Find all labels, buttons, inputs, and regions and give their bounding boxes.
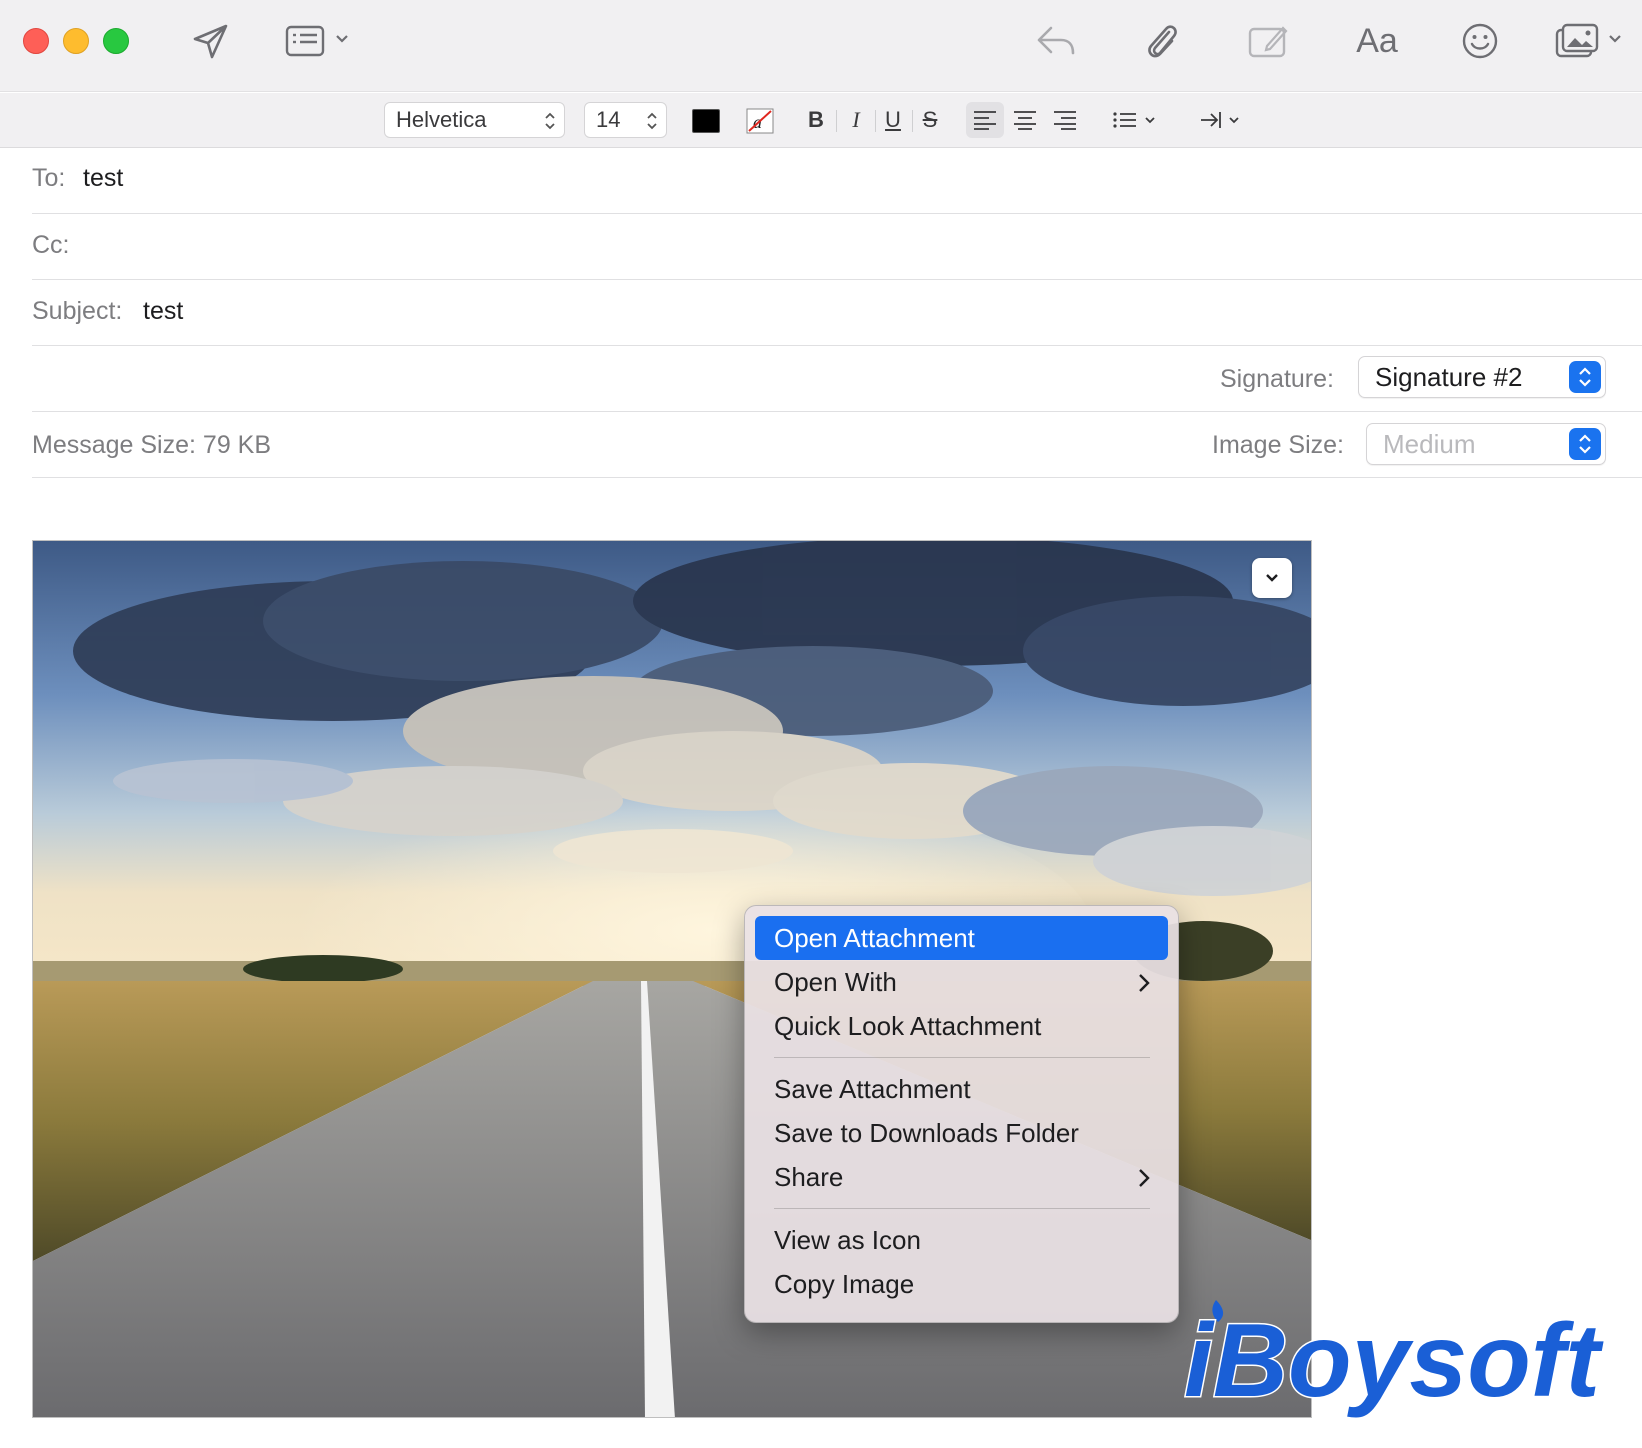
zoom-button[interactable]: [103, 28, 129, 54]
markup-icon[interactable]: [1245, 18, 1291, 64]
menu-item-label: Share: [774, 1162, 844, 1192]
reply-icon[interactable]: [1033, 18, 1079, 64]
chevron-right-icon: [1139, 974, 1150, 992]
emoji-icon[interactable]: [1457, 18, 1503, 64]
menu-item-label: Save Attachment: [774, 1074, 971, 1104]
to-label: To:: [32, 164, 66, 192]
format-icon[interactable]: Aa: [1350, 18, 1404, 64]
chevron-right-icon: [1139, 1169, 1150, 1187]
watermark-text: iBoysoft: [1184, 1303, 1604, 1419]
attachment-options-button[interactable]: [1252, 558, 1292, 598]
minimize-button[interactable]: [63, 28, 89, 54]
chevron-down-icon[interactable]: [1606, 30, 1624, 48]
message-size: Message Size: 79 KB: [32, 431, 272, 459]
header-fields-icon[interactable]: [282, 18, 328, 64]
chevron-down-icon[interactable]: [333, 30, 351, 48]
menu-item-label: View as Icon: [774, 1225, 921, 1255]
menu-item-label: Open Attachment: [774, 923, 975, 953]
align-center-icon: [1014, 111, 1036, 130]
updown-icon: [647, 112, 657, 130]
signature-label: Signature:: [1220, 365, 1334, 393]
font-size-select[interactable]: 14: [584, 102, 667, 138]
align-left-icon: [974, 111, 996, 130]
context-menu: Open Attachment Open With Quick Look Att…: [744, 905, 1179, 1323]
close-button[interactable]: [23, 28, 49, 54]
signature-row: Signature: Signature #2: [32, 346, 1642, 412]
send-icon[interactable]: [188, 18, 234, 64]
to-field[interactable]: test: [83, 164, 123, 193]
menu-item-view-as-icon[interactable]: View as Icon: [755, 1218, 1168, 1262]
iboysoft-logo: iBoysoft: [1183, 1300, 1606, 1421]
subject-label: Subject:: [32, 297, 123, 325]
menu-item-copy-image[interactable]: Copy Image: [755, 1262, 1168, 1306]
menu-item-label: Copy Image: [774, 1269, 915, 1299]
cc-label: Cc:: [32, 231, 70, 259]
message-size-row: Message Size: 79 KB Image Size: Medium: [32, 412, 1642, 478]
image-size-label: Image Size:: [1212, 431, 1345, 459]
text-color-swatch[interactable]: [692, 109, 720, 133]
signature-value: Signature #2: [1375, 362, 1523, 392]
menu-item-open-attachment[interactable]: Open Attachment: [755, 916, 1168, 960]
menu-separator: [774, 1057, 1150, 1058]
menu-item-open-with[interactable]: Open With: [755, 960, 1168, 1004]
cc-field[interactable]: [83, 231, 1483, 261]
window-toolbar: Aa: [0, 0, 1642, 92]
menu-item-share[interactable]: Share: [755, 1155, 1168, 1199]
updown-icon: [545, 112, 555, 130]
menu-separator: [774, 1208, 1150, 1209]
list-icon: [1113, 112, 1155, 128]
attach-icon[interactable]: [1138, 18, 1184, 64]
updown-icon: [1569, 428, 1601, 460]
underline-button[interactable]: U: [880, 102, 906, 138]
list-button[interactable]: [1112, 102, 1162, 138]
menu-item-label: Open With: [774, 967, 897, 997]
menu-item-label: Save to Downloads Folder: [774, 1118, 1079, 1148]
align-center-button[interactable]: [1006, 102, 1044, 138]
align-left-button[interactable]: [966, 102, 1004, 138]
format-bar: Helvetica 14 a B I U S: [0, 93, 1642, 148]
cc-row: Cc:: [32, 214, 1642, 280]
image-size-value: Medium: [1383, 429, 1476, 459]
menu-item-save-attachment[interactable]: Save Attachment: [755, 1067, 1168, 1111]
signature-select[interactable]: Signature #2: [1358, 356, 1606, 398]
to-row: To: test: [32, 148, 1642, 214]
subject-field[interactable]: test: [143, 297, 183, 326]
indent-button[interactable]: [1200, 102, 1246, 138]
photo-browser-icon[interactable]: [1554, 18, 1600, 64]
separator: [836, 110, 837, 132]
font-family-select[interactable]: Helvetica: [384, 102, 565, 138]
separator: [912, 110, 913, 132]
bold-button[interactable]: B: [803, 102, 829, 138]
font-family-value: Helvetica: [396, 107, 487, 132]
align-right-icon: [1054, 111, 1076, 130]
strikethrough-button[interactable]: S: [917, 102, 943, 138]
indent-icon: [1201, 112, 1239, 128]
menu-item-label: Quick Look Attachment: [774, 1011, 1042, 1041]
background-color-icon[interactable]: a: [745, 107, 775, 135]
chevron-down-icon: [1266, 574, 1278, 582]
align-right-button[interactable]: [1046, 102, 1084, 138]
subject-row: Subject: test: [32, 280, 1642, 346]
menu-item-quick-look[interactable]: Quick Look Attachment: [755, 1004, 1168, 1048]
menu-item-save-to-downloads[interactable]: Save to Downloads Folder: [755, 1111, 1168, 1155]
updown-icon: [1569, 361, 1601, 393]
italic-button[interactable]: I: [843, 102, 869, 138]
font-size-value: 14: [596, 107, 621, 132]
image-size-select[interactable]: Medium: [1366, 423, 1606, 465]
separator: [875, 110, 876, 132]
